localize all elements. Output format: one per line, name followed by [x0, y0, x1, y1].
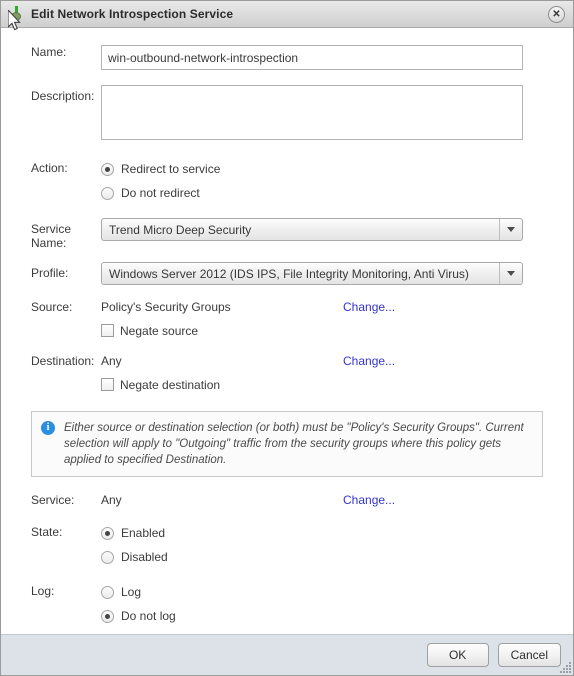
- name-row: Name:: [1, 45, 573, 70]
- service-name-select[interactable]: Trend Micro Deep Security: [101, 218, 523, 241]
- dialog-titlebar: Edit Network Introspection Service ✕: [1, 1, 573, 28]
- service-row: Service: Any Change...: [1, 493, 573, 507]
- state-option-disabled-label: Disabled: [121, 550, 168, 564]
- action-option-do-not-redirect[interactable]: Do not redirect: [101, 181, 559, 205]
- profile-select[interactable]: Windows Server 2012 (IDS IPS, File Integ…: [101, 262, 523, 285]
- log-label: Log:: [31, 584, 55, 598]
- edit-network-introspection-service-dialog: Edit Network Introspection Service ✕ Nam…: [0, 0, 574, 676]
- service-name-value: Trend Micro Deep Security: [109, 222, 252, 237]
- radio-do-not-redirect[interactable]: [101, 186, 114, 200]
- state-option-disabled[interactable]: Disabled: [101, 545, 559, 569]
- info-message-box: i Either source or destination selection…: [31, 411, 543, 477]
- negate-destination-row[interactable]: Negate destination: [101, 373, 559, 396]
- dialog-body: Name: Description: Action: Redirect to s…: [1, 45, 573, 652]
- negate-source-label: Negate source: [120, 323, 199, 338]
- source-label: Source:: [31, 300, 73, 314]
- log-option-log-label: Log: [121, 585, 142, 599]
- destination-value: Any: [101, 354, 122, 368]
- log-option-do-not-log[interactable]: Do not log: [101, 604, 559, 628]
- radio-redirect-to-service[interactable]: [101, 162, 114, 176]
- negate-destination-checkbox[interactable]: [101, 378, 114, 391]
- action-option-do-not-redirect-label: Do not redirect: [121, 186, 200, 200]
- negate-source-row[interactable]: Negate source: [101, 319, 559, 342]
- radio-log[interactable]: [101, 585, 114, 599]
- name-input[interactable]: [101, 45, 523, 70]
- negate-destination-label: Negate destination: [120, 377, 221, 392]
- negate-source-checkbox[interactable]: [101, 324, 114, 337]
- chevron-down-icon[interactable]: [499, 263, 522, 284]
- service-name-label: Service Name:: [31, 222, 72, 250]
- destination-row: Destination: Any Change... Negate destin…: [1, 354, 573, 396]
- log-row: Log: Log Do not log: [1, 580, 573, 628]
- cancel-button[interactable]: Cancel: [497, 643, 561, 667]
- destination-change-link[interactable]: Change...: [343, 354, 395, 368]
- service-change-link[interactable]: Change...: [343, 493, 395, 507]
- radio-do-not-log[interactable]: [101, 609, 114, 623]
- profile-label: Profile:: [31, 266, 69, 280]
- state-option-enabled-label: Enabled: [121, 526, 166, 540]
- dialog-title: Edit Network Introspection Service: [31, 7, 234, 21]
- service-value: Any: [101, 493, 122, 507]
- state-label: State:: [31, 525, 63, 539]
- source-row: Source: Policy's Security Groups Change.…: [1, 300, 573, 342]
- action-row: Action: Redirect to service Do not redir…: [1, 157, 573, 205]
- state-option-enabled[interactable]: Enabled: [101, 521, 559, 545]
- action-option-redirect[interactable]: Redirect to service: [101, 157, 559, 181]
- radio-enabled[interactable]: [101, 526, 114, 540]
- description-row: Description:: [1, 85, 573, 143]
- name-label: Name:: [31, 45, 67, 59]
- description-input[interactable]: [101, 85, 523, 140]
- chevron-down-icon[interactable]: [499, 219, 522, 240]
- action-label: Action:: [31, 161, 68, 175]
- service-label: Service:: [31, 493, 75, 507]
- network-introspection-icon: [9, 6, 25, 22]
- profile-row: Profile: Windows Server 2012 (IDS IPS, F…: [1, 262, 573, 285]
- source-change-link[interactable]: Change...: [343, 300, 395, 314]
- radio-disabled[interactable]: [101, 550, 114, 564]
- info-icon: i: [41, 421, 55, 435]
- info-message-text: Either source or destination selection (…: [64, 422, 524, 466]
- profile-value: Windows Server 2012 (IDS IPS, File Integ…: [109, 266, 469, 281]
- ok-button[interactable]: OK: [426, 643, 489, 667]
- source-value: Policy's Security Groups: [101, 300, 231, 314]
- action-option-redirect-label: Redirect to service: [121, 162, 221, 176]
- description-label: Description:: [31, 89, 95, 103]
- destination-label: Destination:: [31, 354, 95, 368]
- log-option-do-not-log-label: Do not log: [121, 609, 176, 623]
- log-option-log[interactable]: Log: [101, 580, 559, 604]
- service-name-row: Service Name: Trend Micro Deep Security: [1, 218, 573, 250]
- close-icon[interactable]: ✕: [548, 6, 565, 23]
- dialog-footer: OK Cancel: [1, 634, 573, 675]
- state-row: State: Enabled Disabled: [1, 521, 573, 569]
